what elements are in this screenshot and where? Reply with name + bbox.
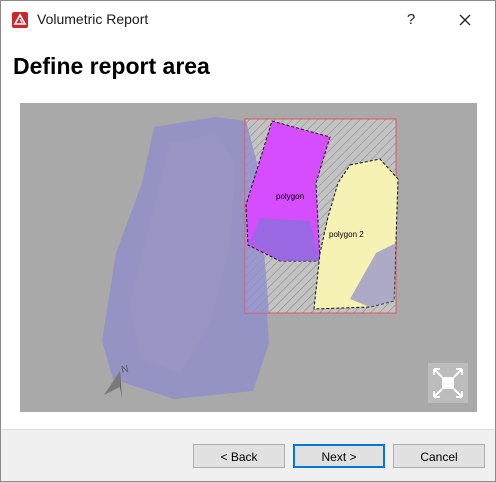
report-area-preview[interactable]: polygon polygon 2 N — [20, 103, 477, 412]
close-icon — [459, 14, 471, 26]
polygon-1-label: polygon — [276, 192, 304, 201]
polygon-2-label: polygon 2 — [329, 230, 364, 239]
help-button[interactable]: ? — [399, 7, 423, 33]
app-logo-icon — [12, 12, 28, 28]
preview-canvas: polygon polygon 2 N — [102, 117, 399, 399]
title-bar: Volumetric Report ? — [1, 1, 495, 39]
next-button[interactable]: Next > — [293, 444, 385, 468]
volumetric-report-dialog: Volumetric Report ? Define report area p… — [0, 0, 496, 482]
back-button[interactable]: < Back — [193, 444, 285, 468]
cancel-button[interactable]: Cancel — [393, 444, 485, 468]
fit-view-button[interactable] — [428, 363, 468, 403]
fit-view-icon — [433, 368, 463, 398]
page-heading: Define report area — [13, 53, 210, 79]
window-title: Volumetric Report — [37, 11, 149, 27]
button-bar: < Back Next > Cancel — [1, 430, 495, 481]
close-button[interactable] — [453, 7, 477, 33]
